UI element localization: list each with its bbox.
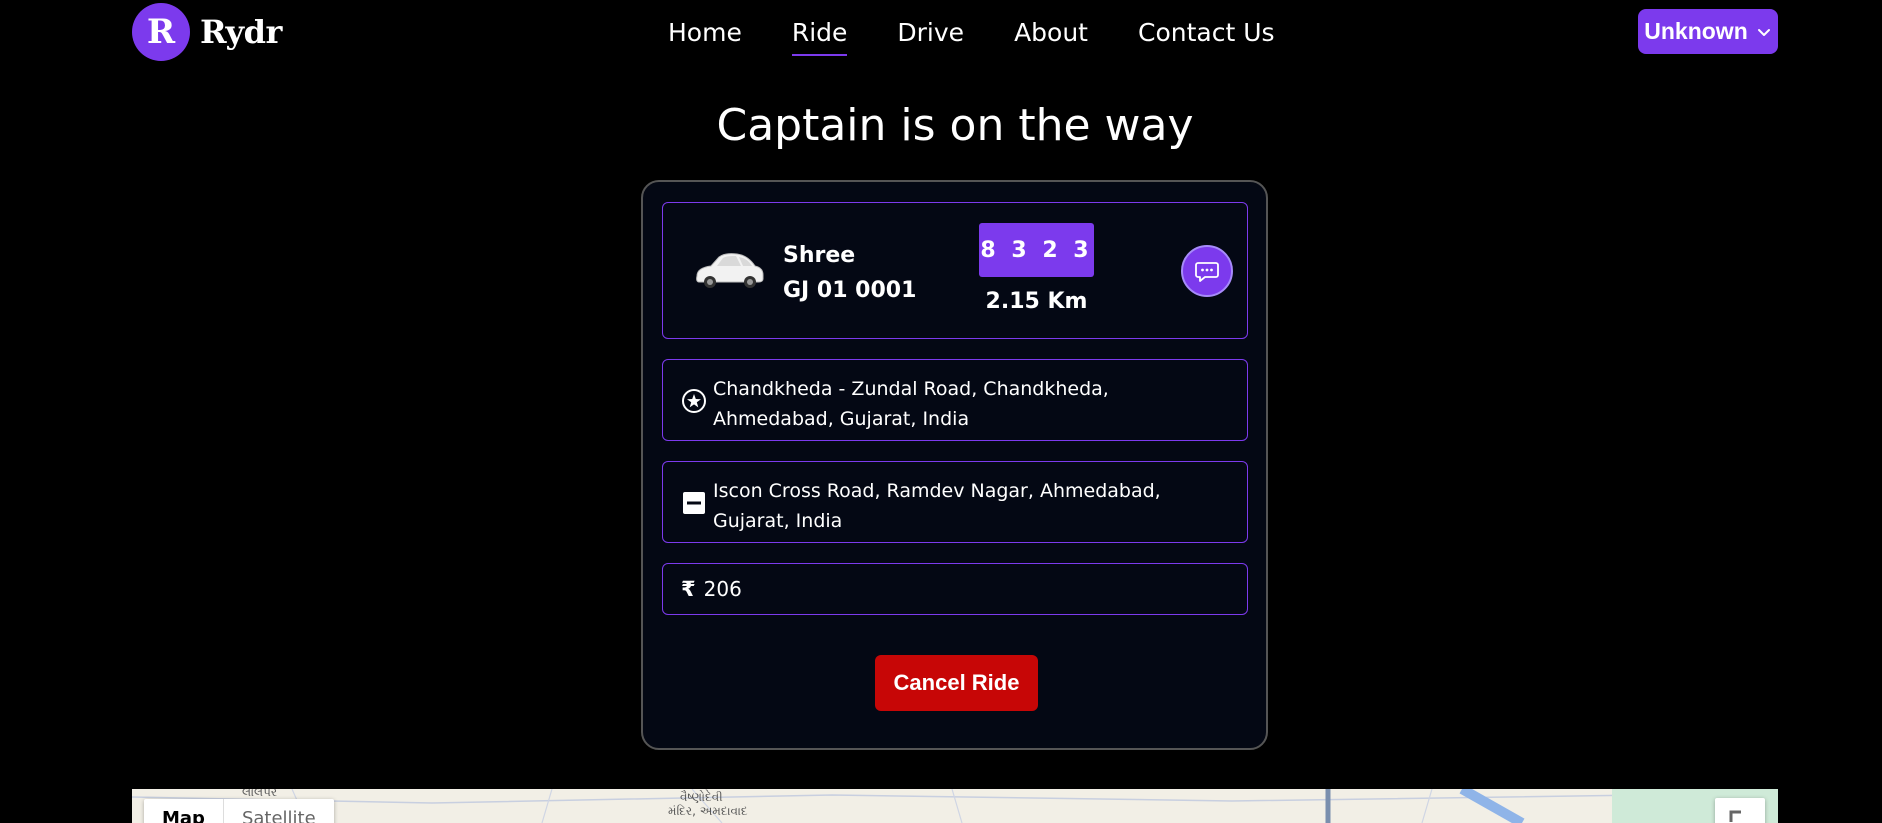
map-place-label: મંદિર, અમદાવાદ	[668, 804, 748, 818]
user-menu-label: Unknown	[1644, 18, 1748, 44]
chevron-down-icon	[1757, 28, 1770, 36]
cancel-ride-button[interactable]: Cancel Ride	[875, 655, 1038, 711]
chat-icon	[1195, 262, 1219, 282]
driver-info-panel: Shree GJ 01 0001 8 3 2 3 2.15 Km	[662, 202, 1248, 339]
route-map[interactable]: લાલપર વૈષ્ણોદેવી મંદિર, અમદાવાદ Map Sate…	[132, 789, 1778, 823]
brand-logo[interactable]: R Rydr	[132, 3, 282, 61]
fullscreen-icon	[1729, 810, 1741, 822]
car-icon	[696, 253, 764, 288]
drop-location-field: Iscon Cross Road, Ramdev Nagar, Ahmedaba…	[662, 461, 1248, 543]
map-view-button[interactable]: Map	[144, 799, 224, 823]
brand-name: Rydr	[200, 13, 282, 51]
chat-button[interactable]	[1181, 245, 1233, 297]
page-title: Captain is on the way	[716, 100, 1194, 151]
map-type-toggle: Map Satellite	[144, 799, 334, 823]
drop-square-icon	[683, 492, 705, 514]
map-place-label: વૈષ્ણોદેવી	[680, 790, 723, 804]
ride-status-card: Shree GJ 01 0001 8 3 2 3 2.15 Km Chandkh…	[641, 180, 1268, 750]
nav-home[interactable]: Home	[668, 16, 742, 56]
user-menu-button[interactable]: Unknown	[1638, 9, 1778, 54]
vehicle-plate: GJ 01 0001	[783, 278, 917, 303]
driver-distance: 2.15 Km	[985, 289, 1088, 314]
fare-field: ₹ 206	[662, 563, 1248, 615]
fullscreen-button[interactable]	[1715, 798, 1765, 823]
logo-icon: R	[132, 3, 190, 61]
rupee-icon: ₹	[681, 577, 696, 601]
satellite-view-button[interactable]: Satellite	[224, 799, 334, 823]
nav-ride[interactable]: Ride	[791, 16, 848, 56]
main-nav: Home Ride Drive About Contact Us	[668, 16, 1275, 56]
nav-contact-us[interactable]: Contact Us	[1138, 16, 1275, 56]
pickup-address: Chandkheda - Zundal Road, Chandkheda, Ah…	[713, 378, 1109, 430]
map-roads	[132, 789, 1778, 823]
nav-about[interactable]: About	[1014, 16, 1088, 56]
driver-name: Shree	[783, 243, 856, 268]
ride-otp: 8 3 2 3	[979, 223, 1094, 277]
pickup-pin-icon	[682, 389, 706, 413]
fare-amount: 206	[703, 577, 742, 601]
top-navbar: R Rydr Home Ride Drive About Contact Us …	[0, 0, 1882, 66]
nav-drive[interactable]: Drive	[897, 16, 964, 56]
pickup-location-field: Chandkheda - Zundal Road, Chandkheda, Ah…	[662, 359, 1248, 441]
drop-address: Iscon Cross Road, Ramdev Nagar, Ahmedaba…	[713, 480, 1161, 532]
